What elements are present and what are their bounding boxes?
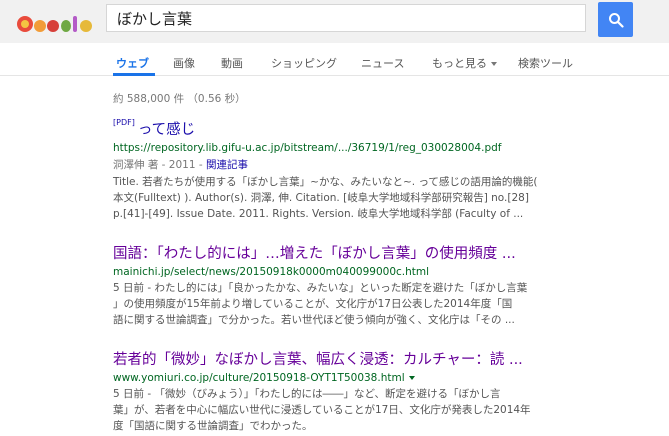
tab-videos[interactable]: 動画 — [221, 55, 243, 71]
header-bar — [0, 0, 669, 43]
result-url: www.yomiuri.co.jp/culture/20150918-OYT1T… — [113, 372, 405, 384]
tab-shopping[interactable]: ショッピング — [271, 55, 337, 71]
snippet-line: 5 日前 - わたし的には」「良かったかな、みたいな」といった断定を避けた「ぼか… — [113, 282, 528, 294]
result-author-date: 洞澤伸 著 - 2011 - — [113, 159, 206, 171]
search-result: [PDF] って感じ https://repository.lib.gifu-u.… — [113, 118, 653, 222]
snippet-line: 葉」が、若者を中心に幅広い世代に浸透していることが17日、文化庁が発表した201… — [113, 404, 531, 416]
tab-search-tools[interactable]: 検索ツール — [518, 55, 573, 71]
result-title-link[interactable]: [PDF] って感じ — [113, 118, 653, 139]
search-tabs: ウェブ 画像 動画 ショッピング ニュース もっと見る 検索ツール — [0, 43, 669, 76]
chevron-down-icon — [491, 62, 497, 66]
result-title-link[interactable]: 国語：「わたし的には」…増えた「ぼかし言葉」の使用頻度 ... — [113, 242, 653, 263]
result-url: https://repository.lib.gifu-u.ac.jp/bits… — [113, 142, 502, 154]
snippet-line: 」の使用頻度が15年前より増していることが、文化庁が17日公表した2014年度「… — [113, 298, 513, 310]
pdf-badge: [PDF] — [113, 118, 135, 127]
search-box[interactable] — [106, 4, 586, 32]
result-title-link[interactable]: 若者的「微妙」なぼかし言葉、幅広く浸透：カルチャー：読 ... — [113, 348, 653, 369]
active-tab-indicator — [113, 73, 155, 76]
search-input[interactable] — [107, 5, 585, 31]
result-url: mainichi.jp/select/news/20150918k0000m04… — [113, 266, 430, 278]
search-result: 若者的「微妙」なぼかし言葉、幅広く浸透：カルチャー：読 ... www.yomi… — [113, 348, 653, 434]
result-snippet: 5 日前 - 「微妙（びみょう）」「わたし的には――」など、断定を避ける「ぼかし… — [113, 386, 653, 434]
search-result: 国語：「わたし的には」…増えた「ぼかし言葉」の使用頻度 ... mainichi… — [113, 242, 653, 328]
tab-images[interactable]: 画像 — [173, 55, 195, 71]
search-button[interactable] — [598, 2, 633, 37]
tab-news[interactable]: ニュース — [361, 55, 404, 71]
result-title-text: って感じ — [137, 122, 196, 138]
snippet-line: 語に関する世論調査」で分かった。若い世代ほど使う傾向が強く、文化庁は「その ..… — [113, 314, 515, 326]
result-snippet: 5 日前 - わたし的には」「良かったかな、みたいな」といった断定を避けた「ぼか… — [113, 280, 653, 328]
dropdown-arrow-icon[interactable] — [408, 376, 415, 380]
tab-web[interactable]: ウェブ — [116, 55, 149, 71]
tab-more[interactable]: もっと見る — [432, 55, 497, 71]
result-url-row: www.yomiuri.co.jp/culture/20150918-OYT1T… — [113, 372, 653, 384]
snippet-line: 度「国語に関する世論調査」でわかった。 — [113, 420, 313, 432]
search-icon — [608, 12, 624, 28]
snippet-line: Title. 若者たちが使用する「ぼかし言葉」~かな、みたいなと~. って感じの… — [113, 176, 538, 188]
snippet-line: 本文(Fulltext) ). Author(s). 洞澤, 伸. Citati… — [113, 192, 529, 204]
snippet-line: 5 日前 - 「微妙（びみょう）」「わたし的には――」など、断定を避ける「ぼかし… — [113, 388, 501, 400]
snippet-line: p.[41]-[49]. Issue Date. 2011. Rights. V… — [113, 208, 524, 220]
related-articles-link[interactable]: 関連記事 — [206, 159, 248, 171]
tab-more-label: もっと見る — [432, 57, 487, 70]
result-meta: 洞澤伸 著 - 2011 - 関連記事 — [113, 157, 653, 172]
result-stats: 約 588,000 件 （0.56 秒） — [113, 93, 246, 105]
result-snippet: Title. 若者たちが使用する「ぼかし言葉」~かな、みたいなと~. って感じの… — [113, 174, 653, 222]
google-doodle-logo[interactable] — [16, 13, 96, 35]
